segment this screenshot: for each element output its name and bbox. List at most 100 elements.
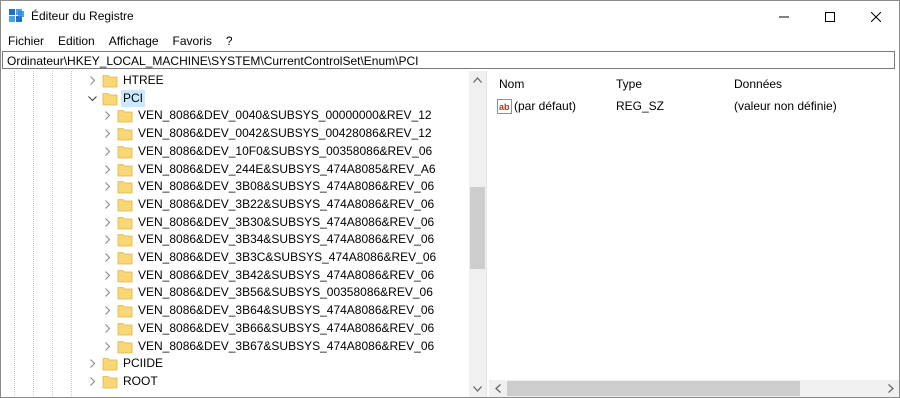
collapsed-chevron-icon[interactable] xyxy=(103,129,112,138)
tree-item[interactable]: VEN_8086&DEV_3B66&SUBSYS_474A8086&REV_06 xyxy=(2,320,468,337)
value-data: (valeur non définie) xyxy=(734,99,837,113)
tree-item[interactable]: VEN_8086&DEV_3B34&SUBSYS_474A8086&REV_06 xyxy=(2,231,468,248)
tree-item-label: VEN_8086&DEV_0040&SUBSYS_00000000&REV_12 xyxy=(138,108,432,123)
tree-item-label: VEN_8086&DEV_244E&SUBSYS_474A8085&REV_A6 xyxy=(138,161,436,176)
tree-item-label: VEN_8086&DEV_3B56&SUBSYS_00358086&REV_06 xyxy=(138,285,433,300)
tree-item[interactable]: VEN_8086&DEV_3B22&SUBSYS_474A8086&REV_06 xyxy=(2,196,468,213)
column-header-data[interactable]: Données xyxy=(734,71,782,97)
collapsed-chevron-icon[interactable] xyxy=(103,146,112,156)
folder-icon xyxy=(117,305,133,318)
collapsed-chevron-icon[interactable] xyxy=(103,235,112,245)
string-value-icon: ab xyxy=(497,99,512,114)
collapsed-chevron-icon[interactable] xyxy=(103,253,112,262)
tree-scroll-thumb[interactable] xyxy=(470,187,485,269)
column-header-type[interactable]: Type xyxy=(616,71,642,97)
tree-item-label: VEN_8086&DEV_3B42&SUBSYS_474A8086&REV_06 xyxy=(138,267,435,282)
tree-item[interactable]: VEN_8086&DEV_3B56&SUBSYS_00358086&REV_06 xyxy=(2,284,468,301)
values-scroll-thumb[interactable] xyxy=(507,381,800,396)
tree-item-label: VEN_8086&DEV_0042&SUBSYS_00428086&REV_12 xyxy=(138,126,432,141)
folder-icon xyxy=(117,181,133,194)
tree-item[interactable]: HTREE xyxy=(2,72,468,89)
tree-item[interactable]: VEN_8086&DEV_3B08&SUBSYS_474A8086&REV_06 xyxy=(2,178,468,195)
collapsed-chevron-icon[interactable] xyxy=(88,377,97,386)
registry-editor-window: Éditeur du Registre Fichier Edition Affi… xyxy=(0,0,900,398)
tree-item-label: PCI xyxy=(121,89,146,107)
tree-item[interactable]: VEN_8086&DEV_3B64&SUBSYS_474A8086&REV_06 xyxy=(2,302,468,319)
tree-item[interactable]: VEN_8086&DEV_0040&SUBSYS_00000000&REV_12 xyxy=(2,107,468,124)
folder-icon xyxy=(117,145,133,159)
tree-item[interactable]: VEN_8086&DEV_0042&SUBSYS_00428086&REV_12 xyxy=(2,125,468,142)
minimize-icon xyxy=(779,16,789,17)
collapsed-chevron-icon[interactable] xyxy=(103,182,112,192)
collapsed-chevron-icon[interactable] xyxy=(103,323,112,333)
chevron-right-icon xyxy=(887,384,894,393)
tree-item[interactable]: VEN_8086&DEV_3B3C&SUBSYS_474A8086&REV_06 xyxy=(2,249,468,266)
tree-item[interactable]: VEN_8086&DEV_3B42&SUBSYS_474A8086&REV_06 xyxy=(2,267,468,284)
collapsed-chevron-icon[interactable] xyxy=(103,341,112,351)
values-pane[interactable]: Nom Type Données ab (par défaut) REG_SZ … xyxy=(489,71,899,397)
folder-icon xyxy=(117,128,133,141)
tree-item-label: VEN_8086&DEV_10F0&SUBSYS_00358086&REV_06 xyxy=(138,143,433,158)
values-horizontal-scrollbar[interactable] xyxy=(489,380,899,397)
tree-item-label: VEN_8086&DEV_3B22&SUBSYS_474A8086&REV_06 xyxy=(138,196,435,211)
folder-icon xyxy=(117,340,133,353)
collapsed-chevron-icon[interactable] xyxy=(103,306,112,315)
collapsed-chevron-icon[interactable] xyxy=(88,359,97,369)
collapsed-chevron-icon[interactable] xyxy=(103,164,112,174)
value-name: (par défaut) xyxy=(514,99,577,113)
folder-icon xyxy=(117,252,133,265)
menu-edition[interactable]: Edition xyxy=(51,32,102,50)
scroll-up-arrow[interactable] xyxy=(469,71,486,88)
close-button[interactable] xyxy=(853,1,899,32)
chevron-down-icon xyxy=(473,385,482,392)
menu-bar: Fichier Edition Affichage Favoris ? xyxy=(1,32,899,50)
tree-item[interactable]: ROOT xyxy=(2,373,468,390)
tree-item-label: ROOT xyxy=(123,373,158,388)
scroll-left-arrow[interactable] xyxy=(489,380,506,397)
tree-vertical-scrollbar[interactable] xyxy=(469,71,486,397)
tree-item[interactable]: PCI xyxy=(2,89,468,107)
title-bar: Éditeur du Registre xyxy=(1,1,899,32)
window-title: Éditeur du Registre xyxy=(31,9,134,23)
folder-icon xyxy=(117,234,133,247)
maximize-icon xyxy=(825,11,835,22)
tree-item-label: VEN_8086&DEV_3B67&SUBSYS_474A8086&REV_06 xyxy=(138,338,435,353)
tree-item-label: VEN_8086&DEV_3B30&SUBSYS_474A8086&REV_06 xyxy=(138,214,435,229)
registry-editor-icon xyxy=(9,9,24,22)
collapsed-chevron-icon[interactable] xyxy=(103,200,112,209)
tree-item[interactable]: VEN_8086&DEV_10F0&SUBSYS_00358086&REV_06 xyxy=(2,143,468,160)
folder-icon xyxy=(117,269,133,283)
collapsed-chevron-icon[interactable] xyxy=(88,76,97,85)
maximize-button[interactable] xyxy=(807,1,853,32)
menu-affichage[interactable]: Affichage xyxy=(102,32,166,50)
tree-item[interactable]: VEN_8086&DEV_244E&SUBSYS_474A8085&REV_A6 xyxy=(2,161,468,178)
close-icon xyxy=(871,11,881,22)
menu-fichier[interactable]: Fichier xyxy=(1,32,51,50)
scroll-down-arrow[interactable] xyxy=(469,380,486,397)
menu-favoris[interactable]: Favoris xyxy=(166,32,219,50)
address-bar[interactable]: Ordinateur\HKEY_LOCAL_MACHINE\SYSTEM\Cur… xyxy=(2,51,895,69)
column-header-name[interactable]: Nom xyxy=(499,71,524,97)
tree-item[interactable]: VEN_8086&DEV_3B30&SUBSYS_474A8086&REV_06 xyxy=(2,214,468,231)
folder-icon xyxy=(102,358,118,371)
expanded-chevron-icon[interactable] xyxy=(88,94,97,103)
tree-item-label: VEN_8086&DEV_3B64&SUBSYS_474A8086&REV_06 xyxy=(138,303,435,318)
menu-help[interactable]: ? xyxy=(219,32,240,50)
folder-icon xyxy=(117,322,133,336)
svg-text:ab: ab xyxy=(499,102,510,112)
minimize-button[interactable] xyxy=(761,1,807,32)
scroll-right-arrow[interactable] xyxy=(882,380,899,397)
tree-item[interactable]: VEN_8086&DEV_3B67&SUBSYS_474A8086&REV_06 xyxy=(2,338,468,355)
folder-icon xyxy=(117,287,133,300)
collapsed-chevron-icon[interactable] xyxy=(103,217,112,227)
tree-item-label: VEN_8086&DEV_3B3C&SUBSYS_474A8086&REV_06 xyxy=(138,250,437,264)
key-tree-pane[interactable]: HTREE PCI VEN_8086&DEV_0040&SUBSYS_0000000… xyxy=(2,71,487,397)
collapsed-chevron-icon[interactable] xyxy=(103,288,112,298)
tree-item[interactable]: PCIIDE xyxy=(2,355,468,372)
collapsed-chevron-icon[interactable] xyxy=(103,111,112,121)
tree-item-label: VEN_8086&DEV_3B08&SUBSYS_474A8086&REV_06 xyxy=(138,179,435,194)
folder-icon xyxy=(117,198,133,212)
tree-item-label: VEN_8086&DEV_3B66&SUBSYS_474A8086&REV_06 xyxy=(138,320,435,335)
collapsed-chevron-icon[interactable] xyxy=(103,270,112,280)
value-row[interactable]: ab (par défaut) REG_SZ (valeur non défin… xyxy=(497,98,897,115)
